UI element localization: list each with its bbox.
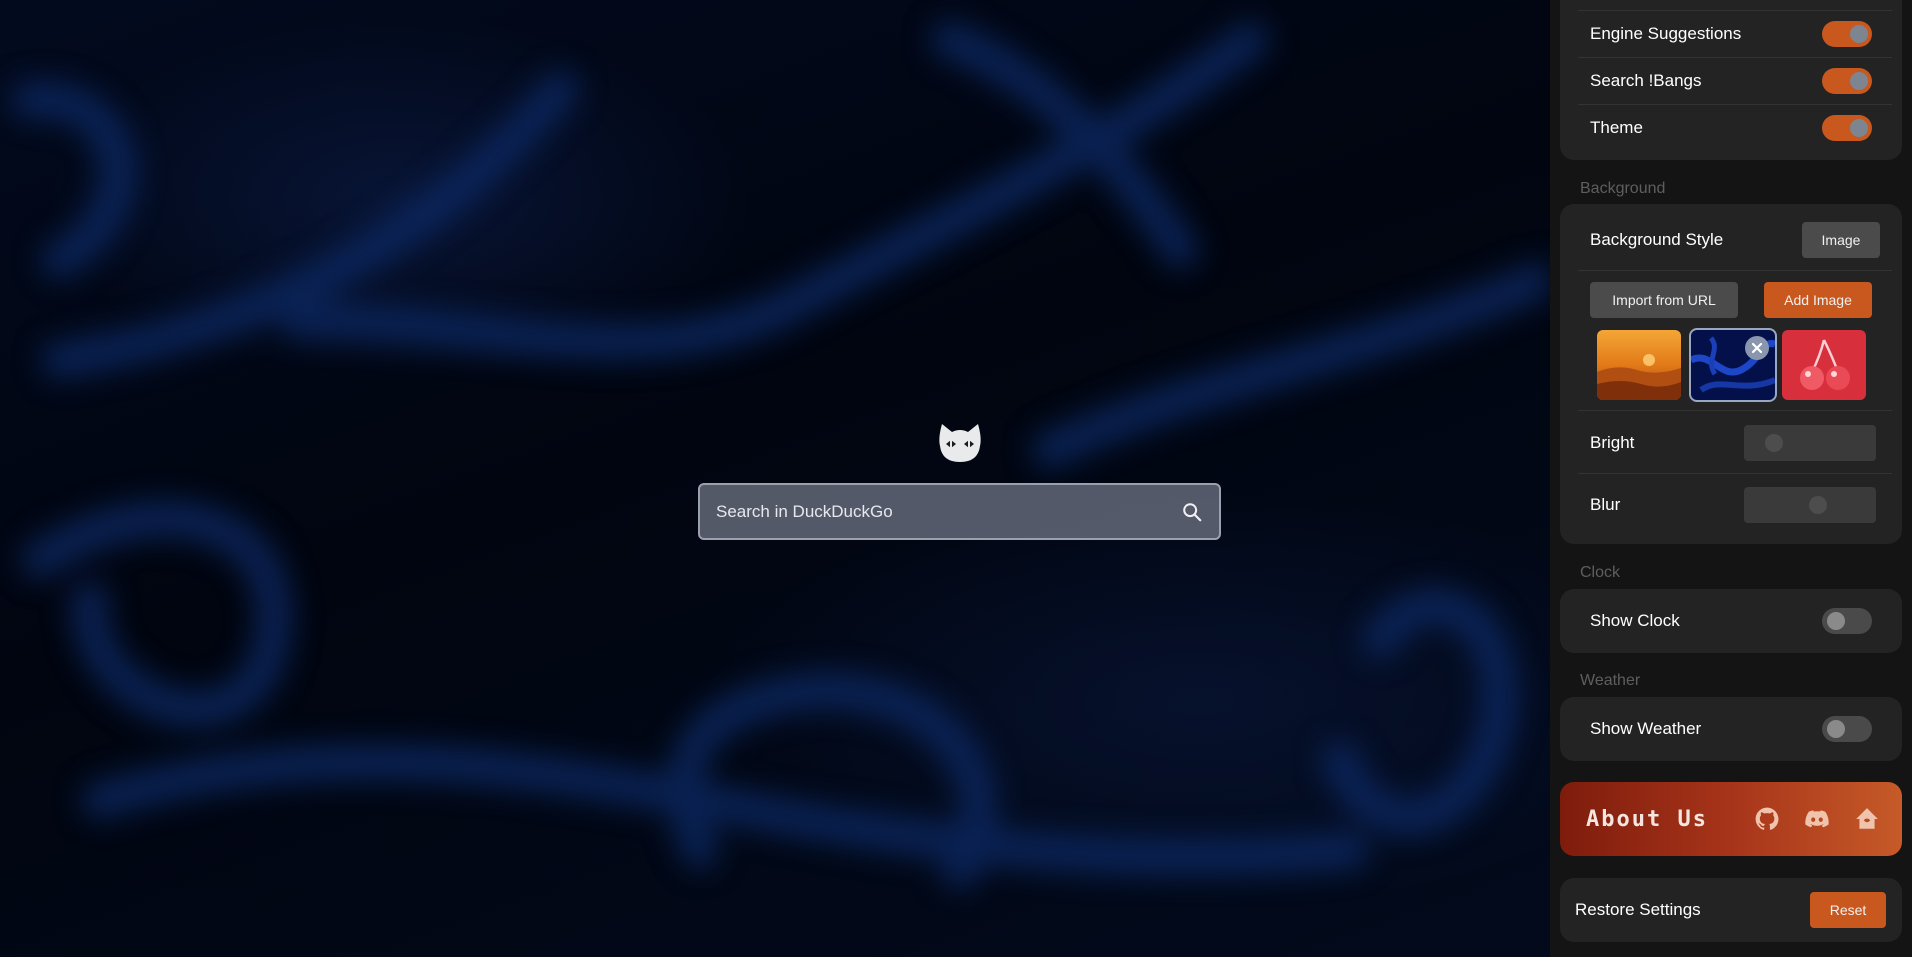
background-style-row: Background Style Image xyxy=(1560,220,1902,260)
divider xyxy=(1578,270,1892,271)
blur-slider[interactable] xyxy=(1744,487,1876,523)
restore-settings-row: Restore Settings Reset xyxy=(1560,878,1902,942)
bright-slider[interactable] xyxy=(1744,425,1876,461)
remove-thumbnail-button[interactable] xyxy=(1745,336,1769,360)
cat-logo-icon xyxy=(939,424,981,462)
clock-settings-card: Show Clock xyxy=(1560,589,1902,653)
restore-settings-label: Restore Settings xyxy=(1575,900,1701,919)
search-bangs-row: Search !Bangs xyxy=(1560,58,1902,104)
engine-suggestions-row: Engine Suggestions xyxy=(1560,11,1902,57)
search-bar[interactable] xyxy=(698,483,1221,540)
search-settings-card: Engine Suggestions Search !Bangs Theme xyxy=(1560,0,1902,160)
show-weather-toggle[interactable] xyxy=(1822,716,1872,742)
bright-label: Bright xyxy=(1590,433,1635,452)
add-image-button[interactable]: Add Image xyxy=(1764,282,1872,318)
theme-label: Theme xyxy=(1590,118,1643,137)
show-clock-toggle[interactable] xyxy=(1822,608,1872,634)
show-weather-row: Show Weather xyxy=(1560,697,1902,761)
import-from-url-button[interactable]: Import from URL xyxy=(1590,282,1738,318)
show-clock-label: Show Clock xyxy=(1590,611,1680,630)
thumbnail-sunset[interactable] xyxy=(1597,330,1681,400)
thumbnail-blue-abstract[interactable] xyxy=(1689,328,1777,402)
weather-section-label: Weather xyxy=(1580,672,1641,689)
show-weather-label: Show Weather xyxy=(1590,719,1702,738)
wallpaper-background xyxy=(0,0,1550,957)
background-style-label: Background Style xyxy=(1590,230,1724,249)
red-cherries-image xyxy=(1782,330,1866,400)
background-style-select[interactable]: Image xyxy=(1802,222,1880,258)
divider xyxy=(1578,410,1892,411)
reset-button[interactable]: Reset xyxy=(1810,892,1886,928)
search-icon[interactable] xyxy=(1181,501,1203,523)
theme-toggle[interactable] xyxy=(1822,115,1872,141)
about-us-title: About Us xyxy=(1586,806,1708,832)
home-icon[interactable] xyxy=(1854,806,1880,832)
engine-suggestions-label: Engine Suggestions xyxy=(1590,24,1742,43)
weather-settings-card: Show Weather xyxy=(1560,697,1902,761)
background-settings-card: Background Style Image Import from URL A… xyxy=(1560,204,1902,544)
restore-settings-card: Restore Settings Reset xyxy=(1560,878,1902,942)
search-bangs-label: Search !Bangs xyxy=(1590,71,1702,90)
about-us-card: About Us xyxy=(1560,782,1902,856)
theme-row: Theme xyxy=(1560,105,1902,151)
thumbnail-cherries[interactable] xyxy=(1782,330,1866,400)
github-icon[interactable] xyxy=(1754,806,1780,832)
background-section-label: Background xyxy=(1580,180,1666,197)
bright-row: Bright xyxy=(1560,422,1902,464)
wallpaper-swirls xyxy=(11,21,1550,889)
search-bangs-toggle[interactable] xyxy=(1822,68,1872,94)
search-input[interactable] xyxy=(716,501,1181,522)
divider xyxy=(1578,473,1892,474)
blur-row: Blur xyxy=(1560,484,1902,526)
engine-suggestions-toggle[interactable] xyxy=(1822,21,1872,47)
blur-label: Blur xyxy=(1590,495,1621,514)
show-clock-row: Show Clock xyxy=(1560,589,1902,653)
close-icon xyxy=(1751,342,1763,354)
clock-section-label: Clock xyxy=(1580,564,1621,581)
bright-slider-knob[interactable] xyxy=(1764,434,1783,452)
blur-slider-knob[interactable] xyxy=(1809,496,1828,514)
sunset-clouds-image xyxy=(1597,330,1681,400)
discord-icon[interactable] xyxy=(1804,806,1830,832)
